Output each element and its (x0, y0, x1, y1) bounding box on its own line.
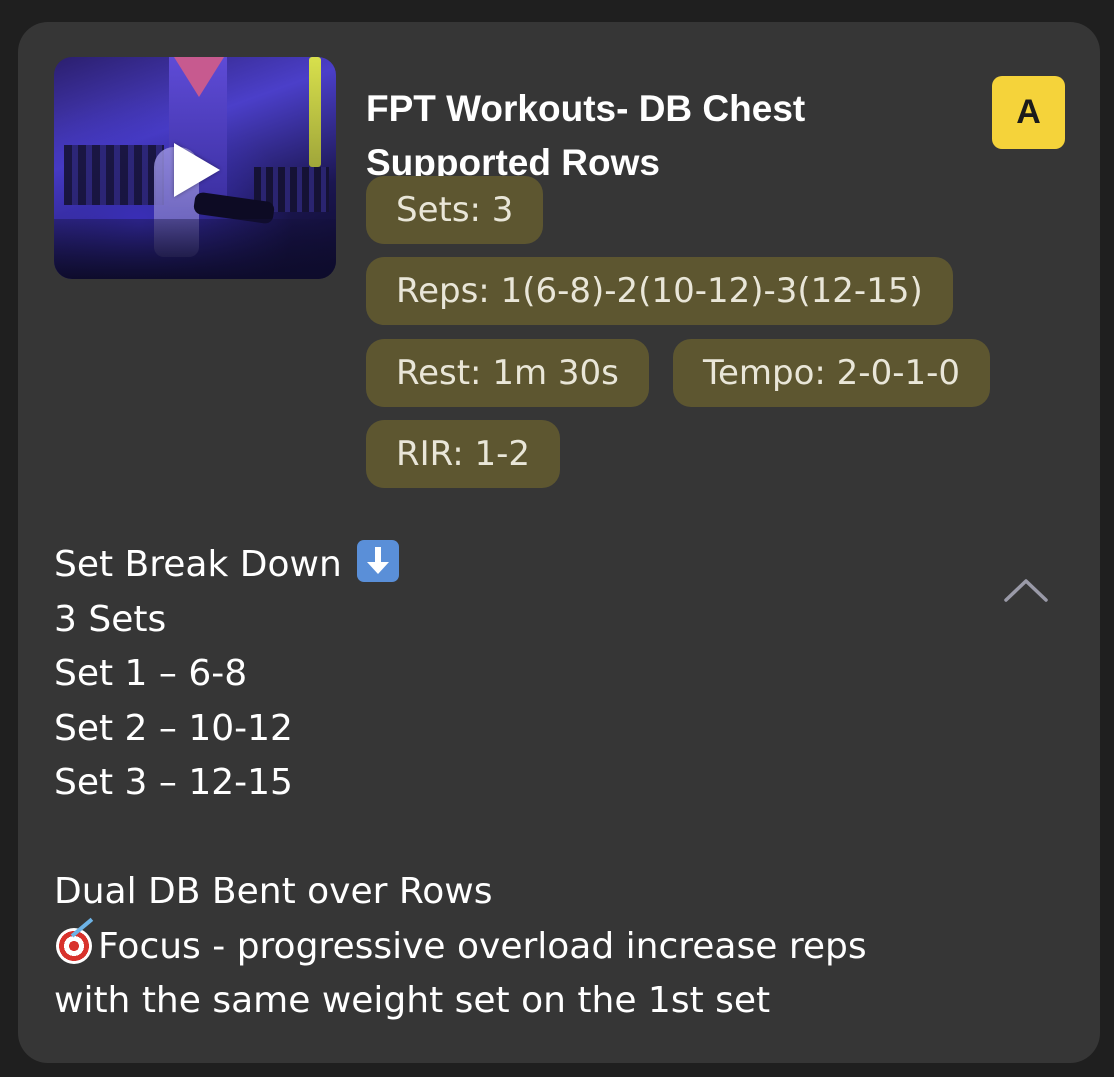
focus-line: Focus - progressive overload increase re… (54, 917, 954, 975)
description-line: Set 1 – 6-8 (54, 653, 248, 694)
down-arrow-icon (357, 540, 400, 582)
reps-chip: Reps: 1(6-8)-2(10-12)-3(12-15) (366, 257, 953, 325)
rest-chip: Rest: 1m 30s (366, 339, 649, 407)
play-icon[interactable] (174, 143, 220, 197)
focus-line-continued: with the same weight set on the 1st set (54, 980, 771, 1021)
description-line: 3 Sets (54, 598, 167, 640)
sets-chip: Sets: 3 (366, 176, 544, 244)
description-heading: Set Break Down (54, 544, 342, 585)
description-line: Set 2 – 10-12 (54, 707, 293, 749)
exercise-title: FPT Workouts- DB Chest Supported Rows (366, 88, 806, 183)
video-thumbnail[interactable] (54, 57, 336, 279)
description-line: Set 3 – 12-15 (54, 762, 293, 803)
group-badge: A (992, 76, 1065, 149)
description-heading-line: Set Break Down (54, 538, 954, 593)
target-icon (54, 917, 98, 966)
thumbnail-floor (54, 219, 336, 279)
thumbnail-neon-light (309, 57, 321, 167)
rir-chip: RIR: 1-2 (366, 420, 561, 488)
exercise-card: FPT Workouts- DB Chest Supported Rows A … (18, 22, 1100, 1063)
description-blank-line (54, 811, 954, 866)
tempo-chip: Tempo: 2-0-1-0 (673, 339, 991, 407)
thumbnail-dumbbell-rack (64, 145, 164, 205)
focus-text: Focus - progressive overload increase re… (98, 925, 867, 967)
chevron-up-icon[interactable] (1004, 578, 1048, 602)
exercise-description: Set Break Down 3 Sets Set 1 – 6-8 Set 2 … (54, 538, 954, 1029)
exercise-name-line: Dual DB Bent over Rows (54, 871, 493, 912)
thumbnail-pillar-top (174, 57, 224, 97)
